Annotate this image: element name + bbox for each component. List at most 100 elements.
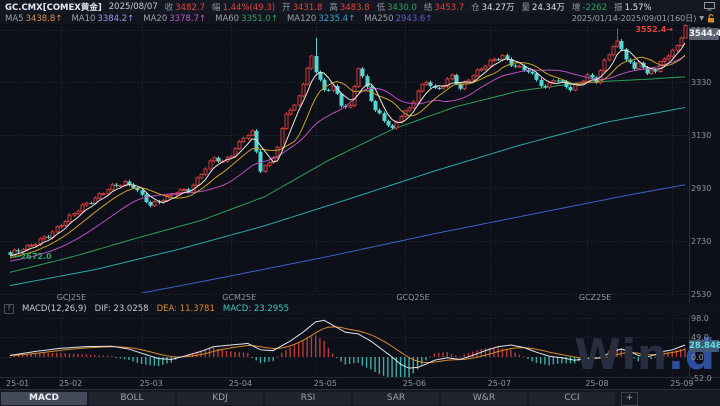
tab-cci[interactable]: CCI (529, 392, 615, 405)
ma-legend-ma250: MA2502943.6↑ (364, 14, 432, 24)
ma-legend-ma20: MA203378.7↑ (143, 14, 206, 24)
y-axis-tick: 2930 (691, 184, 711, 193)
ma-value: 3235.4↑ (318, 14, 355, 24)
field-value: 3430.0 (387, 3, 417, 13)
ma-value: 3351.0↑ (241, 14, 278, 24)
macd-axis-tick: 98.0 (691, 314, 709, 323)
field-label: 振 (614, 3, 623, 13)
field-label: 低 (377, 3, 386, 13)
monitor-icon[interactable] (704, 2, 715, 11)
field-value: 3453.7 (434, 3, 464, 13)
ma-value: 3384.2↑ (97, 14, 134, 24)
ma-value: 3438.8↑ (26, 14, 63, 24)
contract-roll-label: GCJ25E (57, 293, 86, 302)
quote-header: GC.CMX[COMEX黄金] 2025/08/07 收3482.7 幅1.44%… (0, 0, 720, 13)
ma-legend-ma10: MA103384.2↑ (71, 14, 134, 24)
quote-field-增: 增-2262 (572, 1, 607, 13)
ma-value: 3378.7↑ (169, 14, 206, 24)
ma-label: MA60 (215, 14, 239, 24)
contract-roll-label: GCQ25E (396, 293, 429, 302)
field-value: 1.44%(49.3) (223, 3, 276, 13)
ma-label: MA250 (364, 14, 393, 24)
ma-legend-ma120: MA1203235.4↑ (287, 14, 355, 24)
field-label: 增 (572, 3, 581, 13)
quote-date: 2025/08/07 (109, 2, 158, 12)
field-label: 高 (329, 3, 338, 13)
watermark-text-gray: Win (574, 330, 668, 379)
x-axis-date-label: 25-09 (670, 379, 693, 388)
y-axis-tick: 3130 (691, 131, 711, 140)
quote-field-仓: 仓34.27万 (471, 1, 514, 13)
ma-legend-items: MA53438.8↑ MA103384.2↑ MA203378.7↑ MA603351… (5, 14, 432, 24)
x-axis-date-label: 25-01 (6, 379, 29, 388)
y-axis-tick: 2530 (691, 290, 711, 299)
quote-field-幅: 幅1.44%(49.3) (212, 1, 275, 13)
tab-boll[interactable]: BOLL (89, 392, 175, 405)
quote-field-收: 收3482.7 (165, 1, 205, 13)
quote-field-开: 开3431.8 (282, 1, 322, 13)
field-value: 3431.8 (293, 3, 323, 13)
contract-roll-label: GCM25E (222, 293, 256, 302)
macd-axis-tick: -52.0 (691, 374, 712, 383)
x-axis-date-label: 25-04 (229, 379, 252, 388)
x-axis-date-label: 25-06 (403, 379, 426, 388)
macd-indicator-header: ? MACD(12,26,9)DIF: 23.0258DEA: 11.3781M… (0, 303, 720, 315)
ma-label: MA5 (5, 14, 24, 24)
main-chart-canvas[interactable] (0, 24, 720, 304)
period-high-annotation: 3552.4→ (613, 25, 673, 34)
x-axis-date-label: 25-03 (140, 379, 163, 388)
ma-label: MA120 (287, 14, 316, 24)
ma-legend-bar: MA53438.8↑ MA103384.2↑ MA203378.7↑ MA603351… (0, 13, 720, 24)
field-label: 结 (424, 3, 433, 13)
chevron-down-icon[interactable]: ▼ (699, 15, 704, 22)
macd-header-item-3: MACD: 23.2955 (223, 304, 289, 314)
period-low-annotation: ←2672.0 (14, 252, 52, 261)
wind-kline-window: GC.CMX[COMEX黄金] 2025/08/07 收3482.7 幅1.44%… (0, 0, 720, 406)
period-range-label[interactable]: 2025/01/14-2025/09/01(160日) (572, 13, 697, 24)
field-label: 幅 (212, 3, 221, 13)
field-label: 收 (165, 3, 174, 13)
field-value: 3483.8 (340, 3, 370, 13)
field-label: 开 (282, 3, 291, 13)
quote-field-结: 结3453.7 (424, 1, 464, 13)
quote-field-低: 低3430.0 (377, 1, 417, 13)
y-axis-tick: 2730 (691, 237, 711, 246)
symbol-label: GC.CMX[COMEX黄金] (5, 1, 102, 13)
ma-value: 2943.6↑ (396, 14, 433, 24)
field-value: 1.57% (625, 3, 652, 13)
y-axis-tick: 3330 (691, 78, 711, 87)
indicator-tab-bar: MACDBOLLKDJRSISARW&RCCI + (0, 389, 720, 406)
last-price-tag: 3544.4 (689, 28, 719, 40)
ma-legend-ma5: MA53438.8↑ (5, 14, 62, 24)
ma-label: MA10 (71, 14, 95, 24)
quote-field-振: 振1.57% (614, 1, 652, 13)
tab-macd[interactable]: MACD (1, 392, 87, 405)
x-axis-date-label: 25-02 (59, 379, 82, 388)
help-icon[interactable]: ? (4, 304, 14, 314)
x-axis-date-label: 25-08 (585, 379, 608, 388)
lock-icon[interactable] (707, 14, 715, 23)
macd-header-item-1: DIF: 23.0258 (95, 304, 149, 314)
field-value: 3482.7 (175, 3, 205, 13)
macd-value-tag: 28.8486 (689, 340, 719, 352)
ma-label: MA20 (143, 14, 167, 24)
macd-axis-tick: 0.0 (691, 353, 704, 362)
field-label: 仓 (471, 3, 480, 13)
macd-header-item-0: MACD(12,26,9) (22, 304, 87, 314)
field-value: -2262 (582, 3, 607, 13)
tab-sar[interactable]: SAR (353, 392, 439, 405)
ma-legend-ma60: MA603351.0↑ (215, 14, 278, 24)
macd-header-item-2: DEA: 11.3781 (157, 304, 215, 314)
quote-field-高: 高3483.8 (329, 1, 369, 13)
x-axis-date-label: 25-05 (314, 379, 337, 388)
tab-wr[interactable]: W&R (441, 392, 527, 405)
macd-values: MACD(12,26,9) DIF: 23.0258 DEA: 11.3781 MAC… (22, 304, 289, 314)
tab-kdj[interactable]: KDJ (177, 392, 263, 405)
field-value: 34.27万 (482, 3, 515, 13)
tab-rsi[interactable]: RSI (265, 392, 351, 405)
quote-fields: 收3482.7 幅1.44%(49.3) 开3431.8 高3483.8 低3430.0… (165, 1, 652, 13)
quote-field-量: 量24.34万 (522, 1, 565, 13)
x-axis-date-label: 25-07 (488, 379, 511, 388)
field-label: 量 (522, 3, 531, 13)
add-indicator-button[interactable]: + (621, 392, 638, 406)
